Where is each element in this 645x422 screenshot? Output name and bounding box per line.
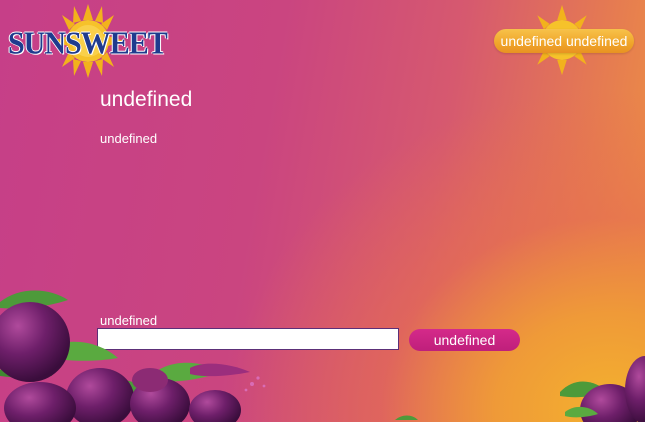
plum-fruit-illustration — [0, 290, 645, 422]
page-title: undefined — [100, 88, 193, 111]
logo-wordmark: SUNSWEET — [8, 26, 168, 61]
sunsweet-logo[interactable]: SUNSWEET — [4, 2, 168, 80]
page-subtitle: undefined — [100, 131, 158, 146]
user-name-badge[interactable]: undefined undefined — [494, 29, 634, 53]
